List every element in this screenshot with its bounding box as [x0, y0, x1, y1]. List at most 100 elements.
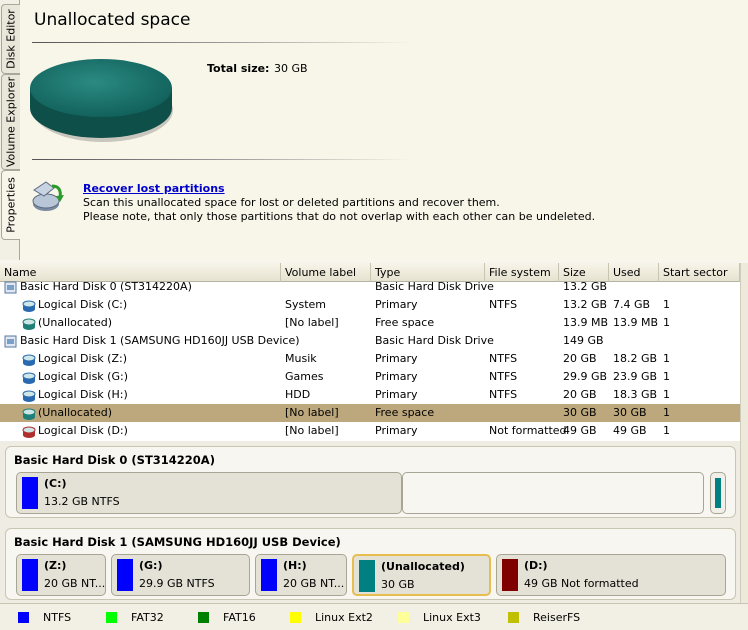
cell-label: [No label]: [285, 424, 339, 437]
cell-type: Primary: [375, 370, 418, 383]
hard-disk-icon: [4, 281, 18, 294]
tab-label: Volume Explorer: [4, 76, 18, 168]
cell-size: 30 GB: [563, 406, 597, 419]
cell-name: Logical Disk (G:): [38, 370, 128, 383]
tab-disk-editor[interactable]: Disk Editor: [1, 4, 20, 74]
legend-swatch: [198, 612, 209, 623]
disk-map-scrollbar[interactable]: [740, 441, 748, 603]
total-size-label: Total size:: [207, 62, 270, 75]
partition-row[interactable]: Logical Disk (H:) HDD Primary NTFS 20 GB 18.3…: [0, 386, 740, 404]
list-scrollbar[interactable]: [740, 263, 748, 441]
cell-used: 18.3 GB: [613, 388, 658, 401]
tab-properties[interactable]: Properties: [1, 170, 20, 240]
cell-label: HDD: [285, 388, 311, 401]
cell-used: 18.2 GB: [613, 352, 658, 365]
divider: [32, 42, 412, 43]
partition-color-swatch: [22, 559, 38, 591]
ntfs-partition-icon: [22, 299, 36, 312]
partition-block-c[interactable]: (C:) 13.2 GB NTFS: [16, 472, 402, 514]
disk-0-free-area: [402, 472, 704, 514]
tab-volume-explorer[interactable]: Volume Explorer: [1, 74, 20, 170]
cell-fs: Not formatted: [489, 424, 567, 437]
total-size-value: 30 GB: [274, 62, 308, 75]
cell-type: Free space: [375, 406, 435, 419]
hard-disk-icon: [4, 335, 18, 348]
cell-size: 29.9 GB: [563, 370, 608, 383]
cell-start: 1: [663, 298, 670, 311]
partition-row[interactable]: Logical Disk (Z:) Musik Primary NTFS 20 GB 18…: [0, 350, 740, 368]
legend-label: FAT32: [131, 611, 164, 624]
cell-name: Logical Disk (Z:): [38, 352, 127, 365]
cell-start: 1: [663, 406, 670, 419]
partition-name: (Unallocated): [381, 560, 465, 573]
cell-size: 20 GB: [563, 352, 597, 365]
view-tab-strip: Disk Editor Volume Explorer Properties: [0, 0, 20, 260]
disk-row[interactable]: Basic Hard Disk 0 (ST314220A) Basic Hard …: [0, 278, 740, 296]
disk-map: Basic Hard Disk 0 (ST314220A) (C:) 13.2 …: [0, 441, 740, 603]
cell-label: System: [285, 298, 327, 311]
partition-block-g[interactable]: (G:) 29.9 GB NTFS: [111, 554, 250, 596]
cell-used: 23.9 GB: [613, 370, 658, 383]
partition-block-unallocated[interactable]: (Unallocated) 30 GB: [352, 554, 491, 596]
legend-label: NTFS: [43, 611, 72, 624]
partition-description: 49 GB Not formatted: [524, 577, 639, 590]
partition-color-swatch: [117, 559, 133, 591]
recover-description: Scan this unallocated space for lost or …: [83, 196, 500, 209]
cell-name: Logical Disk (D:): [38, 424, 128, 437]
partition-block-d[interactable]: (D:) 49 GB Not formatted: [496, 554, 726, 596]
legend-swatch: [508, 612, 519, 623]
file-system-legend: NTFS FAT32 FAT16 Linux Ext2 Linux Ext3 Reiser…: [0, 603, 748, 630]
partition-row[interactable]: Logical Disk (D:) [No label] Primary Not fo…: [0, 422, 740, 440]
legend-swatch: [18, 612, 29, 623]
cell-fs: NTFS: [489, 370, 518, 383]
unallocated-partition-icon: [22, 407, 36, 420]
disk-row[interactable]: Basic Hard Disk 1 (SAMSUNG HD160JJ USB D…: [0, 332, 740, 350]
partition-color-swatch: [22, 477, 38, 509]
partition-row[interactable]: (Unallocated) [No label] Free space 30 GB 30…: [0, 404, 740, 422]
cell-start: 1: [663, 388, 670, 401]
cell-label: [No label]: [285, 406, 339, 419]
partition-block-z[interactable]: (Z:) 20 GB NT...: [16, 554, 106, 596]
cell-used: 30 GB: [613, 406, 647, 419]
partition-row[interactable]: Logical Disk (C:) System Primary NTFS 13.2 G…: [0, 296, 740, 314]
cell-label: Games: [285, 370, 324, 383]
legend-label: ReiserFS: [533, 611, 581, 624]
cell-type: Primary: [375, 298, 418, 311]
cell-name: (Unallocated): [38, 406, 113, 419]
ntfs-partition-icon: [22, 389, 36, 402]
partition-row[interactable]: (Unallocated) [No label] Free space 13.9 MB…: [0, 314, 740, 332]
partition-block-unallocated-small[interactable]: [710, 472, 726, 514]
partition-color-swatch: [502, 559, 518, 591]
recover-lost-partitions-link[interactable]: Recover lost partitions: [83, 182, 225, 195]
cell-start: 1: [663, 352, 670, 365]
legend-label: Linux Ext3: [423, 611, 481, 624]
cell-type: Primary: [375, 388, 418, 401]
cell-name: Basic Hard Disk 0 (ST314220A): [20, 280, 192, 293]
tab-label: Properties: [4, 177, 18, 233]
partition-block-h[interactable]: (H:) 20 GB NT...: [255, 554, 347, 596]
legend-swatch: [106, 612, 117, 623]
cell-size: 149 GB: [563, 334, 604, 347]
cell-used: 7.4 GB: [613, 298, 651, 311]
disk-map-disk-1: Basic Hard Disk 1 (SAMSUNG HD160JJ USB D…: [5, 528, 736, 600]
divider: [32, 159, 412, 160]
cell-size: 49 GB: [563, 424, 597, 437]
cell-fs: NTFS: [489, 388, 518, 401]
cell-name: (Unallocated): [38, 316, 113, 329]
cell-size: 20 GB: [563, 388, 597, 401]
properties-panel: Unallocated space Total size: 30 GB Reco…: [20, 0, 748, 260]
cell-type: Primary: [375, 424, 418, 437]
page-title: Unallocated space: [34, 10, 191, 30]
cell-type: Basic Hard Disk Drive: [375, 334, 494, 347]
cell-start: 1: [663, 316, 670, 329]
partition-description: 20 GB NT...: [283, 577, 345, 590]
disk-map-title: Basic Hard Disk 1 (SAMSUNG HD160JJ USB D…: [14, 535, 341, 549]
cell-type: Primary: [375, 352, 418, 365]
legend-swatch: [290, 612, 301, 623]
cell-fs: NTFS: [489, 352, 518, 365]
disk-map-disk-0: Basic Hard Disk 0 (ST314220A) (C:) 13.2 …: [5, 446, 736, 518]
partition-row[interactable]: Logical Disk (G:) Games Primary NTFS 29.9 GB…: [0, 368, 740, 386]
unallocated-disk-icon: [30, 59, 173, 142]
cell-start: 1: [663, 370, 670, 383]
disk-map-title: Basic Hard Disk 0 (ST314220A): [14, 453, 215, 467]
